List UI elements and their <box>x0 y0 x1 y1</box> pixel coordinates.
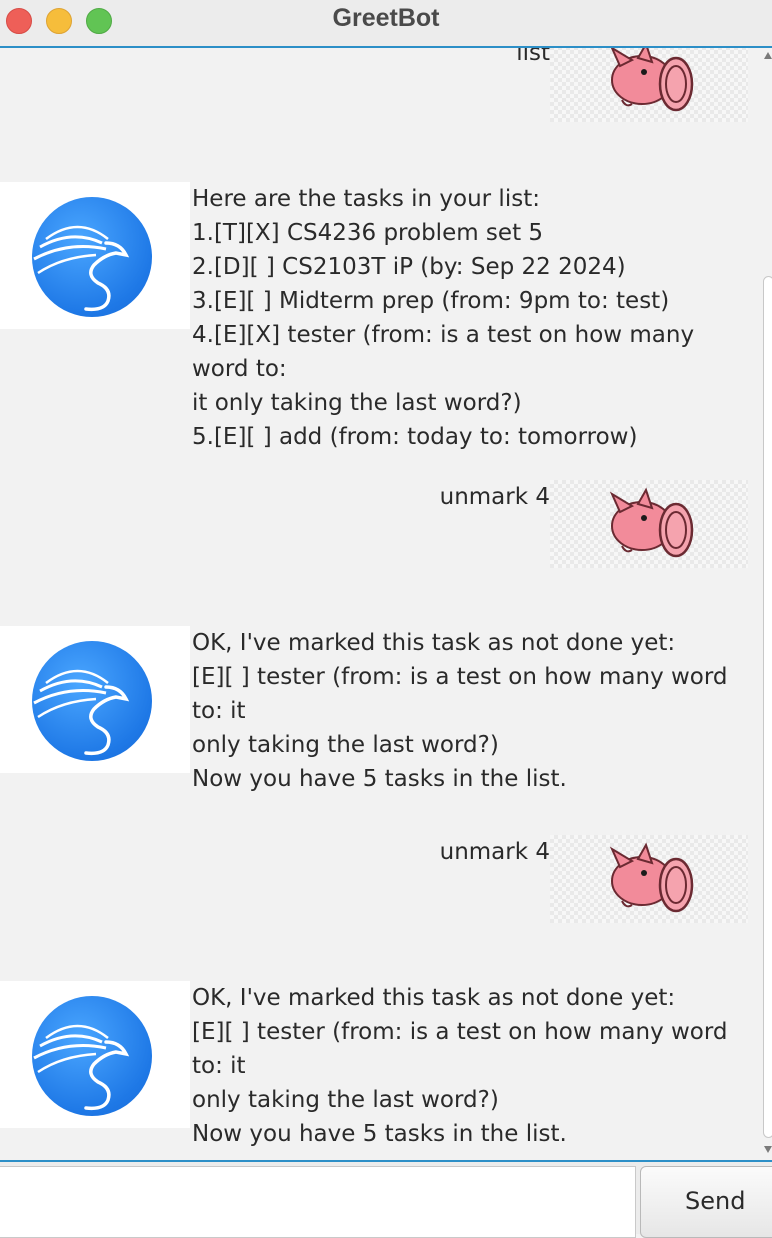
scroll-up-arrow-icon[interactable] <box>764 52 772 59</box>
bot-message-text: OK, I've marked this task as not done ye… <box>192 630 728 792</box>
scroll-down-arrow-icon[interactable] <box>764 1146 772 1153</box>
title-bar: GreetBot <box>0 0 772 48</box>
dragon-logo-icon <box>32 641 152 761</box>
user-message-text: unmark 4 <box>439 839 550 865</box>
window-title: GreetBot <box>332 4 440 32</box>
user-avatar <box>550 480 748 568</box>
bot-avatar <box>0 626 190 773</box>
input-bar: Send <box>0 1160 772 1238</box>
user-avatar <box>550 48 748 122</box>
user-message-text: unmark 4 <box>439 484 550 510</box>
dragon-logo-icon <box>32 996 152 1116</box>
bot-avatar <box>0 182 190 329</box>
user-avatar <box>550 835 748 923</box>
pig-head-icon <box>609 487 694 558</box>
dragon-logo-icon <box>32 197 152 317</box>
message-input[interactable] <box>0 1166 636 1238</box>
send-button[interactable]: Send <box>640 1166 772 1238</box>
user-message-text: list <box>516 48 550 66</box>
pig-head-icon <box>610 48 694 112</box>
bot-avatar <box>0 981 190 1128</box>
chat-scroll-pane[interactable]: list Here are the tasks in your list: 1.… <box>0 48 760 1160</box>
pig-head-icon <box>609 842 694 913</box>
bot-message-text: OK, I've marked this task as not done ye… <box>192 985 728 1147</box>
scrollbar-thumb[interactable] <box>763 276 772 1138</box>
bot-message-text: Here are the tasks in your list: 1.[T][X… <box>192 186 695 450</box>
